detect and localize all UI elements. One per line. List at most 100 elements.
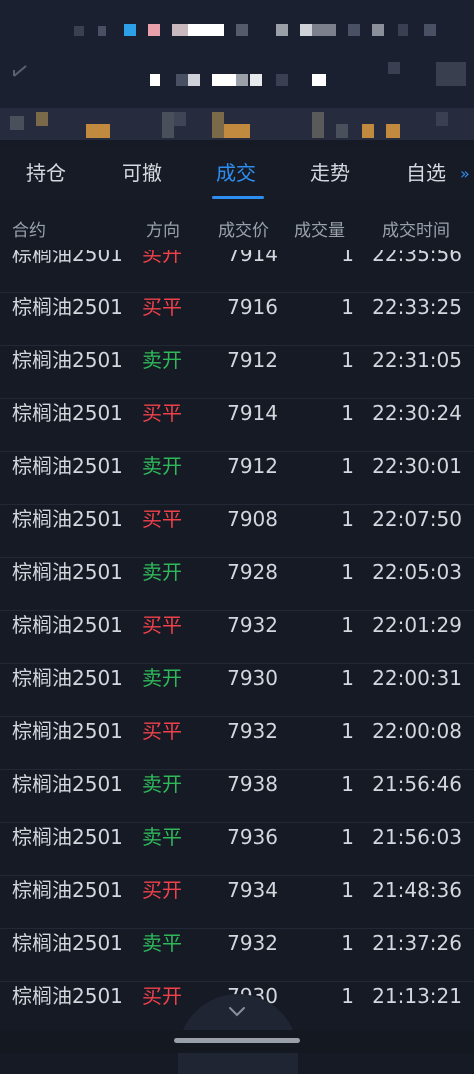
redaction-block	[336, 124, 348, 138]
table-row[interactable]: 棕榈油2501 买平 7932 1 22:01:29	[0, 611, 474, 664]
price-cell: 7908	[227, 507, 278, 531]
redaction-block	[224, 124, 236, 138]
table-row[interactable]: 棕榈油2501 卖平 7932 1 21:37:26	[0, 929, 474, 982]
column-header-contract: 合约	[12, 221, 46, 241]
table-row[interactable]: 棕榈油2501 买平 7932 1 22:00:08	[0, 717, 474, 770]
table-row[interactable]: 棕榈油2501 买开 7934 1 21:48:36	[0, 876, 474, 929]
home-indicator[interactable]	[174, 1038, 300, 1043]
trade-list[interactable]: 棕榈油2501 买开 7914 1 22:35:56 棕榈油2501 买平 7916 1 22:3…	[0, 250, 474, 1030]
volume-cell: 1	[341, 772, 354, 796]
redaction-block	[188, 74, 200, 86]
column-header-volume: 成交量	[294, 221, 345, 241]
redaction-block	[148, 24, 160, 36]
column-header-price: 成交价	[218, 221, 269, 241]
time-cell: 21:37:26	[372, 931, 462, 955]
price-cell: 7914	[227, 401, 278, 425]
price-cell: 7932	[227, 613, 278, 637]
time-cell: 22:35:56	[372, 250, 462, 266]
price-cell: 7936	[227, 825, 278, 849]
redaction-block	[86, 124, 110, 138]
price-cell: 7932	[227, 719, 278, 743]
tab-bar: 持仓 可撤 成交 走势 自选 »	[0, 148, 474, 200]
table-row[interactable]: 棕榈油2501 卖开 7912 1 22:31:05	[0, 346, 474, 399]
redaction-block	[174, 112, 186, 126]
price-cell: 7916	[227, 295, 278, 319]
table-row[interactable]: 棕榈油2501 卖开 7928 1 22:05:03	[0, 558, 474, 611]
table-row[interactable]: 棕榈油2501 买平 7916 1 22:33:25	[0, 293, 474, 346]
table-row[interactable]: 棕榈油2501 买平 7908 1 22:07:50	[0, 505, 474, 558]
volume-cell: 1	[341, 613, 354, 637]
redaction-block	[124, 24, 136, 36]
back-arrow-icon[interactable]	[8, 62, 30, 84]
table-row[interactable]: 棕榈油2501 买平 7914 1 22:30:24	[0, 399, 474, 452]
redaction-block	[236, 24, 248, 36]
price-cell: 7932	[227, 931, 278, 955]
table-header: 合约 方向 成交价 成交量 成交时间	[0, 206, 474, 250]
direction-cell: 卖开	[142, 666, 182, 690]
tab-trades[interactable]: 成交	[216, 158, 256, 188]
contract-cell: 棕榈油2501	[12, 931, 123, 955]
contract-cell: 棕榈油2501	[12, 348, 123, 372]
price-cell: 7930	[227, 666, 278, 690]
redaction-block	[398, 24, 408, 36]
volume-cell: 1	[341, 984, 354, 1008]
time-cell: 22:30:24	[372, 401, 462, 425]
contract-cell: 棕榈油2501	[12, 295, 123, 319]
direction-cell: 买平	[142, 401, 182, 425]
account-header	[0, 0, 474, 140]
direction-cell: 买开	[142, 878, 182, 902]
volume-cell: 1	[341, 931, 354, 955]
table-row[interactable]: 棕榈油2501 卖平 7936 1 21:56:03	[0, 823, 474, 876]
volume-cell: 1	[341, 878, 354, 902]
direction-cell: 卖开	[142, 772, 182, 796]
table-row[interactable]: 棕榈油2501 卖开 7930 1 22:00:31	[0, 664, 474, 717]
time-cell: 21:48:36	[372, 878, 462, 902]
volume-cell: 1	[341, 719, 354, 743]
redaction-block	[150, 74, 160, 86]
redaction-block	[36, 112, 48, 126]
redaction-block	[362, 124, 374, 138]
tab-trend[interactable]: 走势	[310, 158, 350, 188]
chevron-down-icon[interactable]	[226, 1000, 248, 1022]
volume-cell: 1	[341, 507, 354, 531]
redaction-block	[436, 62, 466, 86]
direction-cell: 买开	[142, 984, 182, 1008]
redaction-block	[312, 112, 324, 138]
time-cell: 22:07:50	[372, 507, 462, 531]
redaction-block	[300, 24, 312, 36]
direction-cell: 卖平	[142, 931, 182, 955]
price-cell: 7934	[227, 878, 278, 902]
volume-cell: 1	[341, 250, 354, 266]
redaction-block	[386, 124, 400, 138]
redaction-block	[162, 112, 174, 138]
direction-cell: 卖开	[142, 454, 182, 478]
redaction-block	[388, 62, 400, 74]
direction-cell: 买平	[142, 613, 182, 637]
table-row[interactable]: 棕榈油2501 买开 7914 1 22:35:56	[0, 250, 474, 293]
redaction-block	[176, 74, 188, 86]
volume-cell: 1	[341, 825, 354, 849]
contract-cell: 棕榈油2501	[12, 772, 123, 796]
contract-cell: 棕榈油2501	[12, 250, 123, 266]
price-cell: 7912	[227, 454, 278, 478]
table-row[interactable]: 棕榈油2501 卖开 7912 1 22:30:01	[0, 452, 474, 505]
tab-positions[interactable]: 持仓	[26, 158, 66, 188]
volume-cell: 1	[341, 560, 354, 584]
redaction-block	[372, 24, 384, 36]
redaction-block	[312, 24, 336, 36]
time-cell: 22:33:25	[372, 295, 462, 319]
time-cell: 22:00:31	[372, 666, 462, 690]
redaction-block	[212, 112, 224, 138]
double-chevron-right-icon[interactable]: »	[460, 164, 474, 184]
tab-cancelable[interactable]: 可撤	[122, 158, 162, 188]
time-cell: 22:01:29	[372, 613, 462, 637]
redaction-block	[276, 24, 288, 36]
column-header-direction: 方向	[146, 221, 180, 241]
time-cell: 21:56:46	[372, 772, 462, 796]
direction-cell: 买平	[142, 507, 182, 531]
tab-watchlist[interactable]: 自选	[406, 158, 446, 188]
redaction-block	[312, 74, 326, 86]
table-row[interactable]: 棕榈油2501 卖开 7938 1 21:56:46	[0, 770, 474, 823]
redaction-block	[188, 24, 224, 36]
direction-cell: 买开	[142, 250, 182, 266]
